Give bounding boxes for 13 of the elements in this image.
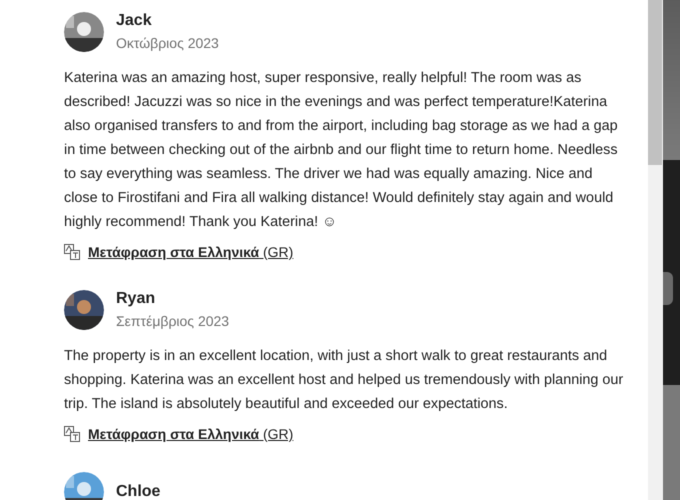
reviewer-name: Chloe — [116, 482, 160, 500]
translate-link[interactable]: Μετάφραση στα Ελληνικά (GR) — [88, 426, 294, 442]
translate-icon — [64, 244, 80, 260]
review-text: The property is in an excellent location, with just a short walk to great restaurants and shopping. Katerina was an excellent host and helped us tremendously with planning our trip. The island is absolutely beautiful and exceeded our expectations. — [64, 347, 624, 414]
reviewer-name: Ryan — [116, 289, 156, 309]
scrollbar-thumb[interactable] — [648, 0, 662, 165]
translate-icon — [64, 426, 80, 442]
translate-link[interactable]: Μετάφραση στα Ελληνικά (GR) — [88, 244, 294, 260]
review-text: Katerina was an amazing host, super responsive, really helpful! The room was as described! Jacuzzi was so nice in the evenings and was perfect temperature!Katerina also organised transfers to and from the airport, including bag storage as we had a gap in time between checking out of the airbnb and our flight time to return home. Needless to say everything was seamless. The driver we had was equally amazing. Nice and close to Firostifani and Fira all walking distance! Would definitely stay again and would highly recommend! Thank you Katerina! ☺ — [64, 69, 619, 232]
review-date: Οκτώβριος 2023 — [116, 34, 219, 53]
review-date: Σεπτέμβριος 2023 — [116, 312, 230, 331]
reviewer-name: Jack — [116, 11, 153, 31]
scrollbar[interactable] — [648, 0, 663, 500]
